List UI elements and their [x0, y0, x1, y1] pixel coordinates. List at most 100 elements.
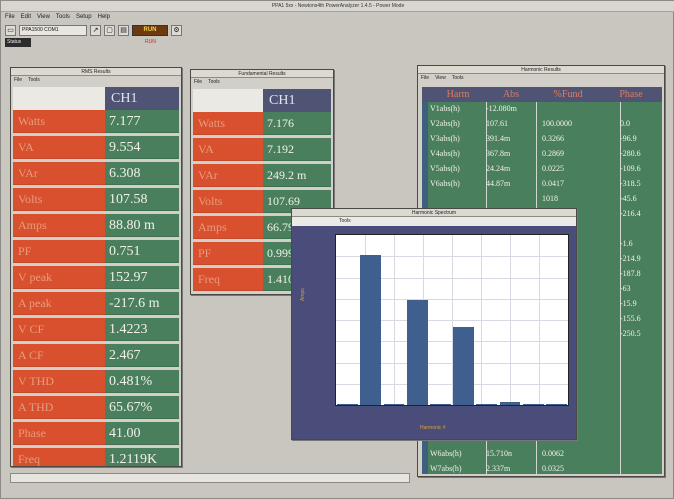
- rms-row-value: 2.467: [105, 344, 179, 367]
- rms-row[interactable]: Watts 7.177: [13, 110, 179, 133]
- rms-row-value: 1.2119K: [105, 448, 179, 466]
- rms-row-value: -217.6 m: [105, 292, 179, 315]
- rms-results-window[interactable]: RMS Results File Tools CH1 Watts 7.177 VA 9…: [10, 67, 182, 467]
- main-toolbar: ▭ PPA1500 COM1 ↗ ▢ ▤ RUN ⚙: [5, 24, 182, 36]
- rms-row-label: V THD: [13, 370, 105, 393]
- fund-menu-file[interactable]: File: [194, 78, 202, 86]
- harmonic-row[interactable]: V5abs(h) 24.24m 0.0225 -109.6: [428, 163, 662, 174]
- fund-row-label: VAr: [193, 164, 263, 187]
- spectrum-bar: [453, 327, 475, 405]
- rms-row[interactable]: A peak -217.6 m: [13, 292, 179, 315]
- spec-tools-menu[interactable]: Tools: [292, 217, 576, 226]
- tile-icon[interactable]: ▤: [118, 24, 129, 36]
- harm-menu-tools[interactable]: Tools: [452, 74, 464, 82]
- harmonic-cell: 0.0062: [542, 449, 564, 458]
- harmonic-row[interactable]: V2abs(h) 107.61 100.0000 0.0: [428, 118, 662, 129]
- harmonic-cell: 391.4m: [486, 134, 511, 143]
- fund-row[interactable]: Watts 7.176: [193, 112, 331, 135]
- harmonic-cell: -280.6: [620, 149, 641, 158]
- col-phase[interactable]: Phase: [600, 87, 662, 102]
- fund-row-label: Volts: [193, 190, 263, 213]
- harmonic-table-header: Harm Abs %Fund Phase: [422, 87, 662, 102]
- rms-row[interactable]: A THD 65.67%: [13, 396, 179, 419]
- harm-menu-file[interactable]: File: [421, 74, 429, 82]
- harmonic-cell: W7abs(h): [430, 464, 462, 473]
- connect-icon[interactable]: ▭: [5, 24, 16, 36]
- harmonic-cell: 44.87m: [486, 179, 511, 188]
- spectrum-bar: [545, 404, 567, 405]
- fund-row-label: VA: [193, 138, 263, 161]
- settings-icon[interactable]: ⚙: [171, 24, 182, 36]
- menu-setup[interactable]: Setup: [76, 13, 92, 22]
- window-icon[interactable]: ▢: [104, 24, 115, 36]
- harmonic-cell: -1.6: [620, 239, 633, 248]
- menu-view[interactable]: View: [37, 13, 50, 22]
- harmonic-cell: V4abs(h): [430, 149, 460, 158]
- fund-header-corner: [193, 89, 263, 112]
- harmonic-row[interactable]: V6abs(h) 44.87m 0.0417 -318.5: [428, 178, 662, 189]
- col-pct-fund[interactable]: %Fund: [536, 87, 600, 102]
- harmonic-cell: -63: [620, 284, 631, 293]
- rms-window-menu: File Tools: [14, 76, 40, 84]
- rms-row-label: PF: [13, 240, 105, 263]
- rms-row[interactable]: VA 9.554: [13, 136, 179, 159]
- rms-channel-header[interactable]: CH1: [105, 87, 179, 110]
- run-indicator[interactable]: RUN: [132, 24, 168, 36]
- rms-row[interactable]: Amps 88.80 m: [13, 214, 179, 237]
- rms-row[interactable]: PF 0.751: [13, 240, 179, 263]
- menu-tools[interactable]: Tools: [56, 13, 70, 22]
- menu-file[interactable]: File: [5, 13, 15, 22]
- fund-channel-header[interactable]: CH1: [263, 89, 331, 112]
- menu-help[interactable]: Help: [98, 13, 110, 22]
- harmonic-spectrum-window[interactable]: Harmonic Spectrum Tools Amps Harmonic #: [291, 208, 577, 440]
- rms-window-title: RMS Results: [11, 68, 181, 76]
- pointer-icon[interactable]: ↗: [90, 24, 101, 36]
- fund-window-menu: File Tools: [194, 78, 220, 86]
- rms-menu-file[interactable]: File: [14, 76, 22, 84]
- status-label: Status: [5, 38, 31, 47]
- rms-row-label: Phase: [13, 422, 105, 445]
- harmonic-row[interactable]: W7abs(h) 2.337m 0.0325: [428, 463, 662, 474]
- rms-row-label: V peak: [13, 266, 105, 289]
- menu-edit[interactable]: Edit: [21, 13, 31, 22]
- harmonic-row[interactable]: V3abs(h) 391.4m 0.3266 -96.9: [428, 133, 662, 144]
- rms-row[interactable]: Volts 107.58: [13, 188, 179, 211]
- rms-menu-tools[interactable]: Tools: [28, 76, 40, 84]
- col-abs[interactable]: Abs: [486, 87, 536, 102]
- harmonic-row[interactable]: V1abs(h) -12.080m: [428, 103, 662, 114]
- fund-row-value: 7.176: [263, 112, 331, 135]
- instrument-select[interactable]: PPA1500 COM1: [19, 24, 87, 36]
- harmonic-cell: V2abs(h): [430, 119, 460, 128]
- rms-row[interactable]: A CF 2.467: [13, 344, 179, 367]
- harmonic-row[interactable]: V4abs(h) 367.8m 0.2869 -280.6: [428, 148, 662, 159]
- rms-row[interactable]: Freq 1.2119K: [13, 448, 179, 466]
- rms-row[interactable]: V THD 0.481%: [13, 370, 179, 393]
- rms-row-value: 88.80 m: [105, 214, 179, 237]
- bottom-status-bar: [10, 473, 410, 483]
- fund-row-value: 249.2 m: [263, 164, 331, 187]
- fund-row[interactable]: VAr 249.2 m: [193, 164, 331, 187]
- rms-row[interactable]: VAr 6.308: [13, 162, 179, 185]
- harm-menu-view[interactable]: View: [435, 74, 446, 82]
- rms-row[interactable]: V peak 152.97: [13, 266, 179, 289]
- fund-menu-tools[interactable]: Tools: [208, 78, 220, 86]
- spectrum-plot: [335, 234, 569, 406]
- harmonic-cell: -109.6: [620, 164, 641, 173]
- rms-row-value: 107.58: [105, 188, 179, 211]
- fund-row-label: Phase: [193, 294, 263, 295]
- rms-row-label: VA: [13, 136, 105, 159]
- spectrum-bar: [383, 404, 405, 405]
- harmonic-cell: V3abs(h): [430, 134, 460, 143]
- harmonic-cell: V5abs(h): [430, 164, 460, 173]
- harmonic-row[interactable]: 1018 -45.6: [428, 193, 662, 204]
- fund-row-label: Freq: [193, 268, 263, 291]
- harmonic-cell: V6abs(h): [430, 179, 460, 188]
- harmonic-row[interactable]: W6abs(h) 15.710n 0.0062: [428, 448, 662, 459]
- fund-row-label: Amps: [193, 216, 263, 239]
- col-harm[interactable]: Harm: [430, 87, 486, 102]
- harmonic-cell: 0.0: [620, 119, 630, 128]
- fund-row-label: PF: [193, 242, 263, 265]
- fund-row[interactable]: VA 7.192: [193, 138, 331, 161]
- rms-row[interactable]: Phase 41.00: [13, 422, 179, 445]
- rms-row[interactable]: V CF 1.4223: [13, 318, 179, 341]
